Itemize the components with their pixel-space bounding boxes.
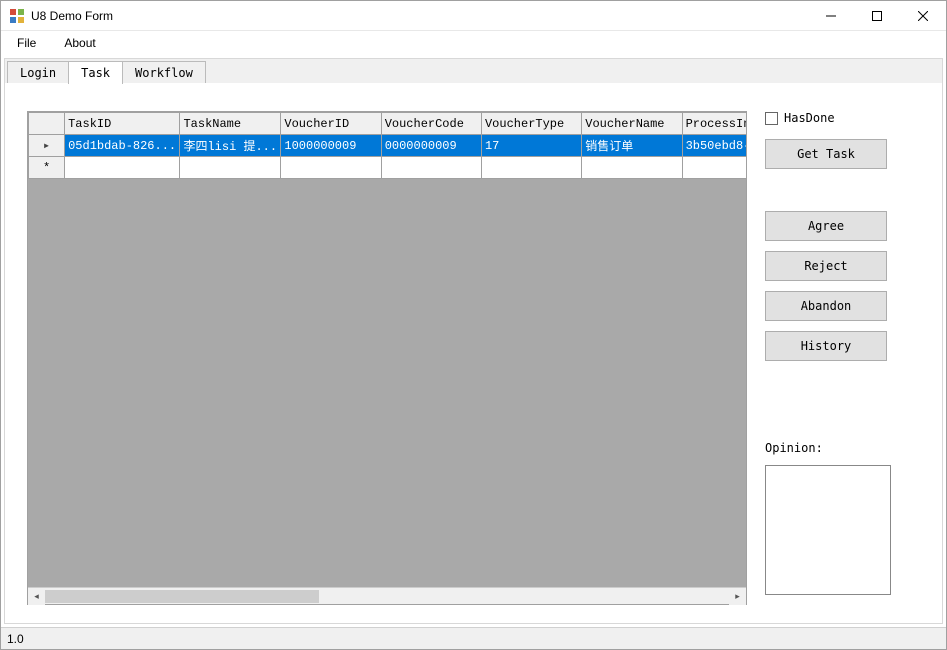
menu-about[interactable]: About — [56, 33, 103, 53]
col-taskname[interactable]: TaskName — [180, 113, 281, 135]
cell-taskname[interactable]: 李四lisi 提... — [180, 135, 281, 157]
hasdone-checkbox[interactable]: HasDone — [765, 111, 920, 125]
tab-task-content: TaskID TaskName VoucherID VoucherCode Vo… — [5, 83, 942, 623]
window-title: U8 Demo Form — [31, 9, 808, 23]
app-window: U8 Demo Form File About Login Task Workf… — [0, 0, 947, 650]
client-area: Login Task Workflow TaskID TaskName Vouc… — [4, 58, 943, 624]
tabs: Login Task Workflow — [5, 59, 942, 83]
task-grid[interactable]: TaskID TaskName VoucherID VoucherCode Vo… — [27, 111, 747, 605]
cell-processinstance[interactable]: 3b50ebd8-9bf... — [682, 135, 746, 157]
statusbar: 1.0 — [1, 627, 946, 649]
col-vouchername[interactable]: VoucherName — [582, 113, 682, 135]
scroll-left-icon[interactable]: ◂ — [28, 588, 45, 605]
corner-cell[interactable] — [29, 113, 65, 135]
reject-button[interactable]: Reject — [765, 251, 887, 281]
cell-vouchertype[interactable]: 17 — [481, 135, 581, 157]
opinion-textarea[interactable] — [765, 465, 891, 595]
table-row-new[interactable]: * — [29, 157, 747, 179]
status-version: 1.0 — [7, 632, 24, 646]
tab-login[interactable]: Login — [7, 61, 69, 83]
col-processinstance[interactable]: ProcessInstanc — [682, 113, 746, 135]
menu-file[interactable]: File — [9, 33, 44, 53]
scroll-track[interactable] — [45, 588, 729, 604]
history-button[interactable]: History — [765, 331, 887, 361]
horizontal-scrollbar[interactable]: ◂ ▸ — [28, 587, 746, 604]
agree-button[interactable]: Agree — [765, 211, 887, 241]
titlebar: U8 Demo Form — [1, 1, 946, 31]
menubar: File About — [1, 31, 946, 55]
tab-task[interactable]: Task — [68, 61, 123, 84]
col-taskid[interactable]: TaskID — [65, 113, 180, 135]
grid-header-row: TaskID TaskName VoucherID VoucherCode Vo… — [29, 113, 747, 135]
maximize-button[interactable] — [854, 1, 900, 30]
cell-voucherid[interactable]: 1000000009 — [281, 135, 381, 157]
scroll-right-icon[interactable]: ▸ — [729, 588, 746, 605]
checkbox-icon[interactable] — [765, 112, 778, 125]
cell-vouchername[interactable]: 销售订单 — [582, 135, 682, 157]
table-row[interactable]: ▸ 05d1bdab-826... 李四lisi 提... 1000000009… — [29, 135, 747, 157]
cell-vouchercode[interactable]: 0000000009 — [381, 135, 481, 157]
abandon-button[interactable]: Abandon — [765, 291, 887, 321]
side-panel: HasDone Get Task Agree Reject Abandon Hi… — [765, 111, 920, 605]
get-task-button[interactable]: Get Task — [765, 139, 887, 169]
new-row-indicator-icon[interactable]: * — [29, 157, 65, 179]
scroll-thumb[interactable] — [45, 590, 319, 603]
close-button[interactable] — [900, 1, 946, 30]
cell-taskid[interactable]: 05d1bdab-826... — [65, 135, 180, 157]
col-voucherid[interactable]: VoucherID — [281, 113, 381, 135]
app-icon — [9, 8, 25, 24]
window-controls — [808, 1, 946, 30]
col-vouchertype[interactable]: VoucherType — [481, 113, 581, 135]
opinion-label: Opinion: — [765, 441, 920, 455]
minimize-button[interactable] — [808, 1, 854, 30]
hasdone-label: HasDone — [784, 111, 835, 125]
col-vouchercode[interactable]: VoucherCode — [381, 113, 481, 135]
tab-workflow[interactable]: Workflow — [122, 61, 206, 83]
row-indicator-icon[interactable]: ▸ — [29, 135, 65, 157]
